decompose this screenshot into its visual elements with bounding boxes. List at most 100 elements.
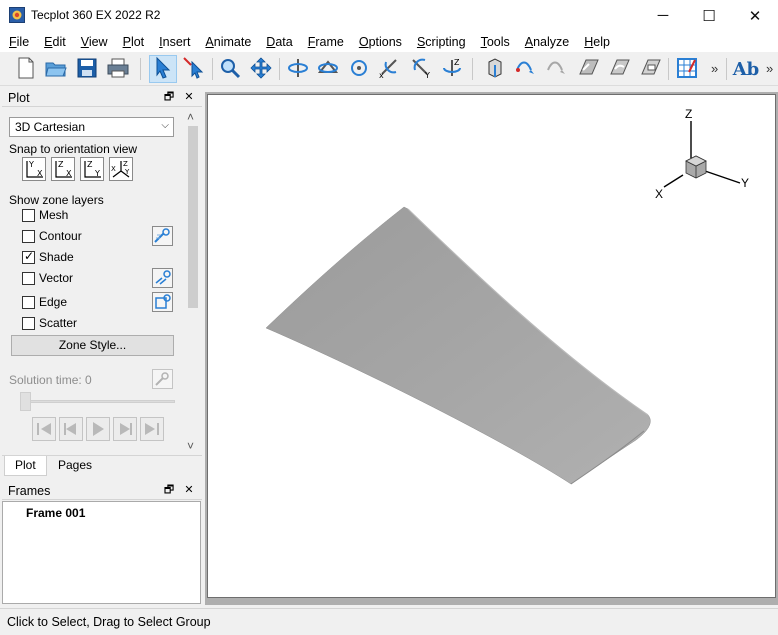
shade-checkbox[interactable]: ✓ <box>22 249 35 264</box>
frames-list: Frame 001 <box>2 501 201 604</box>
new-file-icon <box>14 56 38 83</box>
edge-checkbox[interactable] <box>22 296 35 309</box>
plot-type-value: 3D Cartesian <box>15 120 86 134</box>
xyz-view-icon: ZXY <box>110 160 132 183</box>
data-edit-button[interactable] <box>673 55 701 83</box>
menu-view[interactable]: View <box>74 31 116 52</box>
scroll-up-arrow[interactable]: ˄ <box>187 110 194 124</box>
rollerball-rotate-button[interactable] <box>314 55 342 83</box>
close-button[interactable]: ✕ <box>732 0 778 31</box>
move-arrows-icon <box>249 56 273 83</box>
menu-insert[interactable]: Insert <box>152 31 198 52</box>
vector-checkbox[interactable] <box>22 272 35 285</box>
plot-panel-close-button[interactable]: ✕ <box>182 90 196 104</box>
selector-tool-button[interactable] <box>149 55 177 83</box>
mesh-checkbox[interactable] <box>22 209 35 222</box>
plot-type-dropdown[interactable]: 3D Cartesian ⌵ <box>9 117 174 137</box>
plot-panel-restore-button[interactable]: 🗗 <box>162 90 176 104</box>
translate-tool-button[interactable] <box>247 55 275 83</box>
new-layout-button[interactable] <box>12 55 40 83</box>
previous-step-button[interactable] <box>59 417 83 441</box>
skip-to-start-icon <box>33 423 55 443</box>
menu-edit[interactable]: Edit <box>37 31 74 52</box>
menu-scripting[interactable]: Scripting <box>410 31 474 52</box>
slice-tool-button[interactable] <box>575 55 603 83</box>
streamtrace-tool-button[interactable] <box>512 55 540 83</box>
text-tool-button[interactable]: Ab <box>732 55 760 83</box>
plot-canvas[interactable]: Z Y X <box>207 94 776 598</box>
last-step-button[interactable] <box>140 417 164 441</box>
menu-bar: File Edit View Plot Insert Animate Data … <box>0 31 778 52</box>
rotate-z-button[interactable]: Z <box>438 55 466 83</box>
menu-animate[interactable]: Animate <box>198 31 259 52</box>
twist-rotate-button[interactable] <box>345 55 373 83</box>
tab-plot[interactable]: Plot <box>4 456 47 476</box>
print-button[interactable] <box>104 55 132 83</box>
contour-details-button[interactable] <box>152 226 173 246</box>
axis-y-label: Y <box>741 176 750 190</box>
menu-tools[interactable]: Tools <box>474 31 518 52</box>
zone-style-button[interactable]: Zone Style... <box>11 335 174 356</box>
scatter-checkbox[interactable] <box>22 317 35 330</box>
minimize-button[interactable]: ─ <box>640 0 686 31</box>
frames-panel-close-button[interactable]: ✕ <box>182 483 196 497</box>
probe-tool-button[interactable] <box>481 55 509 83</box>
svg-text:Y: Y <box>124 168 130 176</box>
iso-surface-button[interactable] <box>606 55 634 83</box>
maximize-button[interactable]: ☐ <box>686 0 732 31</box>
svg-text:X: X <box>37 169 43 178</box>
snap-zy-view-button[interactable]: ZY <box>80 157 104 181</box>
frame-list-item[interactable]: Frame 001 <box>26 506 85 520</box>
shade-layer-row[interactable]: ✓ Shade <box>22 249 182 265</box>
snap-3d-view-button[interactable]: ZXY <box>109 157 133 181</box>
scroll-down-arrow[interactable]: ˅ <box>187 439 194 453</box>
svg-text:Y: Y <box>28 160 34 169</box>
menu-file[interactable]: File <box>2 31 37 52</box>
frames-panel-restore-button[interactable]: 🗗 <box>162 483 176 497</box>
tab-pages[interactable]: Pages <box>48 456 102 476</box>
spherical-rotate-button[interactable] <box>284 55 312 83</box>
gear-grey-icon <box>153 372 172 391</box>
snap-yx-view-button[interactable]: YX <box>22 157 46 181</box>
rotate-x-button[interactable]: x <box>376 55 404 83</box>
contour-label-button[interactable] <box>637 55 665 83</box>
vector-details-button[interactable] <box>152 268 173 288</box>
streamtrace-disabled-button[interactable] <box>543 55 571 83</box>
rotate-y-button[interactable]: Y <box>407 55 435 83</box>
grid-edit-icon <box>675 56 699 83</box>
menu-help[interactable]: Help <box>577 31 618 52</box>
snap-zx-view-button[interactable]: ZX <box>51 157 75 181</box>
solution-time-settings-button[interactable] <box>152 369 173 389</box>
play-button[interactable] <box>86 417 110 441</box>
contour-checkbox[interactable] <box>22 230 35 243</box>
wing-surface[interactable] <box>265 206 651 485</box>
svg-text:X: X <box>66 169 72 178</box>
contour-label-icon <box>639 56 663 83</box>
time-slider-track[interactable] <box>22 400 175 403</box>
next-step-button[interactable] <box>113 417 137 441</box>
toolbar-overflow-right-button[interactable]: » <box>766 61 773 76</box>
plot-panel-scroll-thumb[interactable] <box>188 126 198 308</box>
menu-data[interactable]: Data <box>259 31 300 52</box>
toolbar-overflow-button[interactable]: » <box>711 61 718 76</box>
menu-plot[interactable]: Plot <box>116 31 153 52</box>
svg-text:Z: Z <box>87 160 93 169</box>
title-bar: Tecplot 360 EX 2022 R2 ─ ☐ ✕ <box>0 0 778 31</box>
zoom-tool-button[interactable] <box>216 55 244 83</box>
mesh-layer-row[interactable]: Mesh <box>22 207 182 223</box>
open-folder-icon <box>44 56 68 83</box>
first-step-button[interactable] <box>32 417 56 441</box>
menu-frame[interactable]: Frame <box>301 31 352 52</box>
save-button[interactable] <box>73 55 101 83</box>
menu-analyze[interactable]: Analyze <box>518 31 577 52</box>
open-layout-button[interactable] <box>42 55 70 83</box>
scatter-layer-row[interactable]: Scatter <box>22 315 182 331</box>
svg-text:Y: Y <box>94 169 100 178</box>
solution-time-label: Solution time: 0 <box>9 373 92 387</box>
time-slider-thumb[interactable] <box>20 392 31 411</box>
adjustor-tool-button[interactable] <box>180 55 208 83</box>
edge-details-button[interactable] <box>152 292 173 312</box>
rotate-x-icon: x <box>378 56 402 83</box>
printer-icon <box>106 56 130 83</box>
menu-options[interactable]: Options <box>352 31 410 52</box>
